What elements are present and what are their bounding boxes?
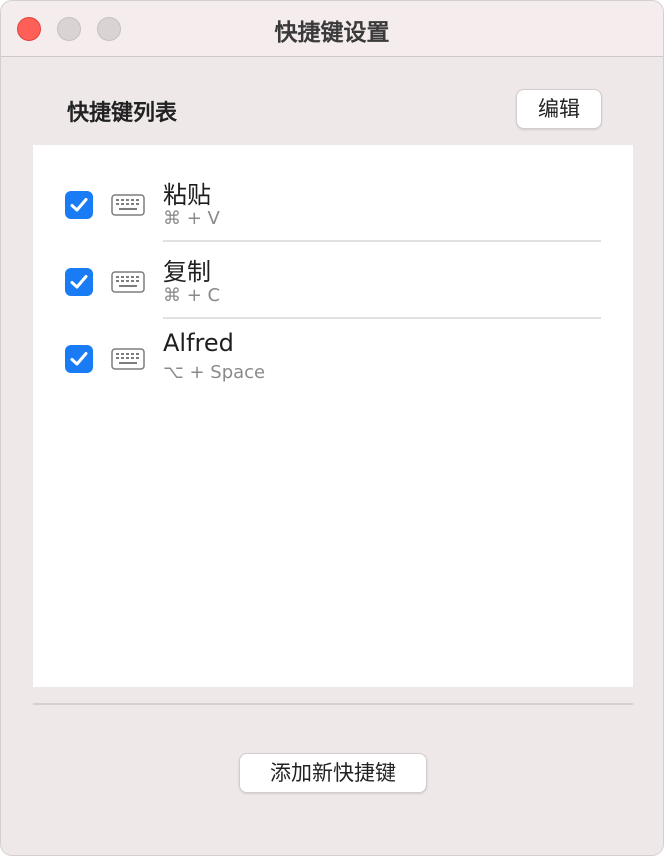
checkmark-icon (70, 198, 88, 212)
list-item[interactable]: 粘贴 ⌘ + V (33, 145, 633, 242)
title-bar: 快捷键设置 (1, 1, 663, 57)
shortcut-list: 粘贴 ⌘ + V 复制 ⌘ + C Alfred ⌥ + Space (33, 145, 633, 687)
keyboard-icon (111, 194, 145, 216)
window-title: 快捷键设置 (274, 20, 390, 46)
keyboard-icon (111, 271, 145, 293)
checkmark-icon (70, 352, 88, 366)
shortcut-combo: ⌥ + Space (163, 362, 266, 383)
enabled-checkbox[interactable] (65, 345, 93, 373)
list-item[interactable]: 复制 ⌘ + C (33, 222, 633, 319)
section-title: 快捷键列表 (67, 101, 178, 126)
list-item[interactable]: Alfred ⌥ + Space (33, 299, 633, 383)
footer-divider (33, 703, 633, 705)
shortcut-name: 粘贴 (163, 181, 211, 209)
settings-window: 快捷键设置 快捷键列表 编辑 粘贴 ⌘ + V 复制 ⌘ + C Alfred … (0, 0, 664, 856)
keyboard-icon (111, 348, 145, 370)
enabled-checkbox[interactable] (65, 268, 93, 296)
shortcut-name: 复制 (163, 258, 211, 286)
enabled-checkbox[interactable] (65, 191, 93, 219)
edit-button[interactable]: 编辑 (516, 89, 602, 129)
add-shortcut-button[interactable]: 添加新快捷键 (239, 753, 427, 793)
checkmark-icon (70, 275, 88, 289)
shortcut-name: Alfred (163, 329, 234, 357)
